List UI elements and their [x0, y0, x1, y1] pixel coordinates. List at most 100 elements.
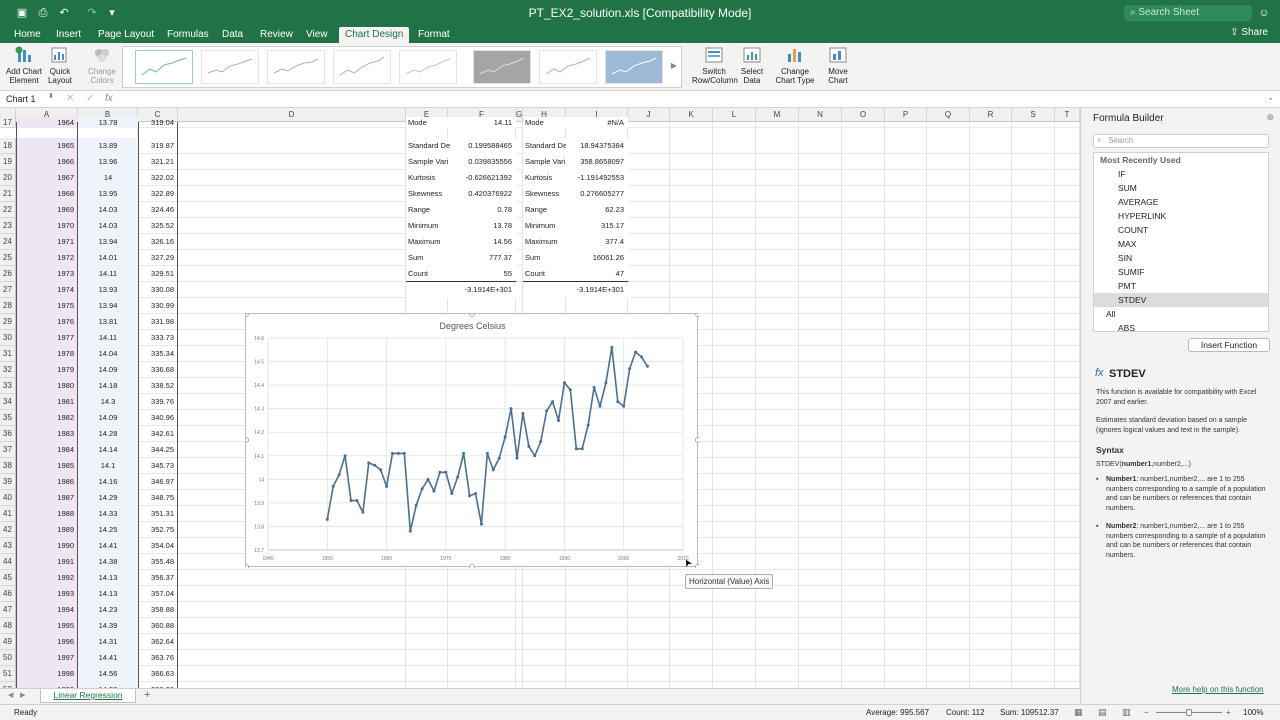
- function-item[interactable]: SUMIF: [1094, 265, 1268, 279]
- selection-handle[interactable]: [469, 564, 475, 569]
- table-cell[interactable]: 14.56: [78, 666, 138, 682]
- table-cell[interactable]: 14.09: [78, 362, 138, 378]
- table-cell[interactable]: 1989: [16, 522, 78, 538]
- table-cell[interactable]: 14.01: [78, 250, 138, 266]
- table-cell[interactable]: 1993: [16, 586, 78, 602]
- data-point[interactable]: [551, 400, 555, 404]
- stats-value[interactable]: 14.56: [450, 234, 516, 250]
- data-point[interactable]: [432, 489, 436, 493]
- row-header[interactable]: 46: [0, 586, 16, 602]
- column-header-g[interactable]: G: [516, 108, 523, 122]
- chart-style-5[interactable]: [399, 50, 457, 84]
- function-item[interactable]: COUNT: [1094, 223, 1268, 237]
- stats-value[interactable]: 47: [566, 266, 628, 282]
- function-search-input[interactable]: Search: [1093, 134, 1269, 148]
- table-cell[interactable]: 1976: [16, 314, 78, 330]
- data-point[interactable]: [592, 385, 596, 389]
- data-point[interactable]: [408, 529, 412, 533]
- row-header[interactable]: 32: [0, 362, 16, 378]
- table-cell[interactable]: 13.94: [78, 298, 138, 314]
- data-point[interactable]: [622, 404, 626, 408]
- chart-style-6[interactable]: [473, 50, 531, 84]
- zoom-in-icon[interactable]: +: [1226, 705, 1231, 720]
- table-cell[interactable]: 1981: [16, 394, 78, 410]
- x-tick-label[interactable]: 2000: [618, 556, 629, 562]
- data-point[interactable]: [515, 456, 519, 460]
- column-header-d[interactable]: D: [178, 108, 406, 122]
- table-cell[interactable]: 14.03: [78, 218, 138, 234]
- table-cell[interactable]: 1992: [16, 570, 78, 586]
- column-header-q[interactable]: Q: [927, 108, 970, 122]
- table-cell[interactable]: 1972: [16, 250, 78, 266]
- table-cell[interactable]: 13.78: [78, 117, 138, 128]
- selection-handle[interactable]: [695, 564, 700, 569]
- next-sheet-icon[interactable]: ▶: [20, 691, 25, 699]
- data-point[interactable]: [640, 355, 643, 359]
- table-cell[interactable]: 14.18: [78, 378, 138, 394]
- data-point[interactable]: [456, 475, 460, 479]
- data-point[interactable]: [444, 470, 448, 474]
- selection-handle[interactable]: [695, 437, 700, 443]
- table-cell[interactable]: 362.64: [138, 634, 178, 650]
- table-cell[interactable]: 14.25: [78, 522, 138, 538]
- table-cell[interactable]: 14.29: [78, 490, 138, 506]
- table-cell[interactable]: 330.08: [138, 282, 178, 298]
- tab-insert[interactable]: Insert: [50, 27, 87, 43]
- table-cell[interactable]: 14: [78, 170, 138, 186]
- row-header[interactable]: 37: [0, 442, 16, 458]
- chart-style-3[interactable]: [267, 50, 325, 84]
- table-cell[interactable]: 14.16: [78, 474, 138, 490]
- stats-value[interactable]: 358.8658097: [566, 154, 628, 170]
- column-header-s[interactable]: S: [1012, 108, 1055, 122]
- y-tick-label[interactable]: 14.6: [254, 336, 264, 342]
- stats-value[interactable]: -3.1914E+301: [450, 282, 516, 298]
- table-cell[interactable]: 13.89: [78, 138, 138, 154]
- row-header[interactable]: 18: [0, 138, 16, 154]
- move-chart-button[interactable]: Move Chart: [824, 45, 852, 85]
- row-header[interactable]: 21: [0, 186, 16, 202]
- row-header[interactable]: 34: [0, 394, 16, 410]
- row-header[interactable]: 43: [0, 538, 16, 554]
- row-header[interactable]: 27: [0, 282, 16, 298]
- table-cell[interactable]: 333.73: [138, 330, 178, 346]
- row-header[interactable]: 45: [0, 570, 16, 586]
- selection-handle[interactable]: [469, 314, 475, 317]
- tab-page-layout[interactable]: Page Layout: [92, 27, 160, 43]
- data-point[interactable]: [355, 499, 359, 503]
- table-cell[interactable]: 1984: [16, 442, 78, 458]
- data-point[interactable]: [468, 494, 472, 498]
- table-cell[interactable]: 338.52: [138, 378, 178, 394]
- table-cell[interactable]: 14.3: [78, 394, 138, 410]
- row-header[interactable]: 33: [0, 378, 16, 394]
- table-cell[interactable]: 14.13: [78, 586, 138, 602]
- table-cell[interactable]: 1985: [16, 458, 78, 474]
- add-chart-element-button[interactable]: Add Chart Element: [4, 45, 44, 85]
- function-item[interactable]: PMT: [1094, 279, 1268, 293]
- stats-value[interactable]: 0.199588465: [450, 138, 516, 154]
- table-cell[interactable]: 14.38: [78, 554, 138, 570]
- data-point[interactable]: [331, 484, 335, 488]
- table-cell[interactable]: 345.73: [138, 458, 178, 474]
- function-item[interactable]: SUM: [1094, 181, 1268, 195]
- row-header[interactable]: 31: [0, 346, 16, 362]
- stats-value[interactable]: 16061.26: [566, 250, 628, 266]
- data-point[interactable]: [527, 444, 531, 448]
- stats-value[interactable]: 0.039835556: [450, 154, 516, 170]
- table-cell[interactable]: 366.63: [138, 666, 178, 682]
- table-cell[interactable]: 1991: [16, 554, 78, 570]
- stats-value[interactable]: 315.17: [566, 218, 628, 234]
- row-header[interactable]: 22: [0, 202, 16, 218]
- row-header[interactable]: 42: [0, 522, 16, 538]
- table-cell[interactable]: 14.04: [78, 346, 138, 362]
- row-header[interactable]: 26: [0, 266, 16, 282]
- function-item[interactable]: HYPERLINK: [1094, 209, 1268, 223]
- row-header[interactable]: 38: [0, 458, 16, 474]
- data-point[interactable]: [509, 407, 513, 411]
- table-cell[interactable]: 14.33: [78, 506, 138, 522]
- selection-handle[interactable]: [246, 437, 249, 443]
- select-data-button[interactable]: Select Data: [738, 45, 766, 85]
- table-cell[interactable]: 357.04: [138, 586, 178, 602]
- more-help-link[interactable]: More help on this function: [1172, 685, 1264, 694]
- table-cell[interactable]: 13.94: [78, 234, 138, 250]
- table-cell[interactable]: 1987: [16, 490, 78, 506]
